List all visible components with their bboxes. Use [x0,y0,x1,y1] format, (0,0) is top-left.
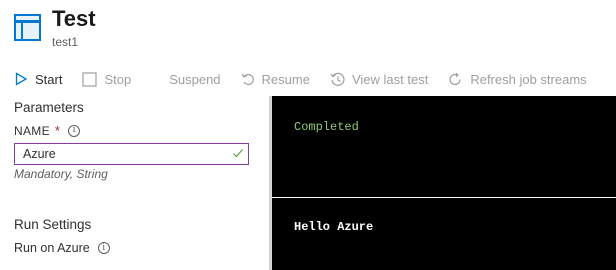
parameters-heading: Parameters [14,100,84,115]
info-icon[interactable]: i [68,124,81,137]
suspend-button-label: Suspend [169,71,221,87]
info-icon[interactable]: i [97,242,110,254]
view-last-test-label: View last test [351,71,429,87]
stop-icon [82,71,98,87]
play-icon [15,72,28,86]
name-input-value: Azure [23,147,56,161]
name-label-text: NAME [14,123,50,138]
resume-button-label: Resume [261,71,310,87]
refresh-icon [449,72,461,85]
checkmark-icon [233,149,243,158]
run-on-azure-label: Run on Azure [14,241,90,255]
page-title: Test [52,6,96,31]
runbook-test-pane-icon [14,14,41,41]
refresh-job-streams-label: Refresh job streams [470,71,587,87]
page-subtitle: test1 [52,35,79,49]
header-titles: Test test1 [52,6,96,50]
refresh-job-streams-button[interactable]: Refresh job streams [448,71,587,87]
suspend-button[interactable]: Suspend [169,72,220,87]
command-bar: Start Stop Suspend Resume View last test… [14,66,607,92]
parameters-pane: Parameters NAME * i Azure Mandatory, Str… [0,96,269,270]
name-input[interactable]: Azure [14,143,249,165]
stop-button-label: Stop [104,71,132,87]
resume-icon [241,73,254,86]
start-button[interactable]: Start [14,72,62,87]
job-output-text: Hello Azure [294,220,374,234]
name-field-hint: Mandatory, String [14,167,108,181]
output-console: Completed Hello Azure [272,96,616,270]
required-marker: * [54,123,61,138]
resume-button[interactable]: Resume [241,72,310,87]
run-settings-heading: Run Settings [14,217,92,232]
run-on-azure-option[interactable]: Run on Azure i [14,241,110,255]
view-last-test-button[interactable]: View last test [330,72,428,87]
history-icon [330,72,345,86]
stop-button[interactable]: Stop [82,72,131,87]
job-status-text: Completed [294,120,359,134]
blade-header: Test test1 [14,6,96,50]
console-divider [272,197,616,198]
start-button-label: Start [35,71,63,87]
name-field-label: NAME * i [14,123,81,138]
